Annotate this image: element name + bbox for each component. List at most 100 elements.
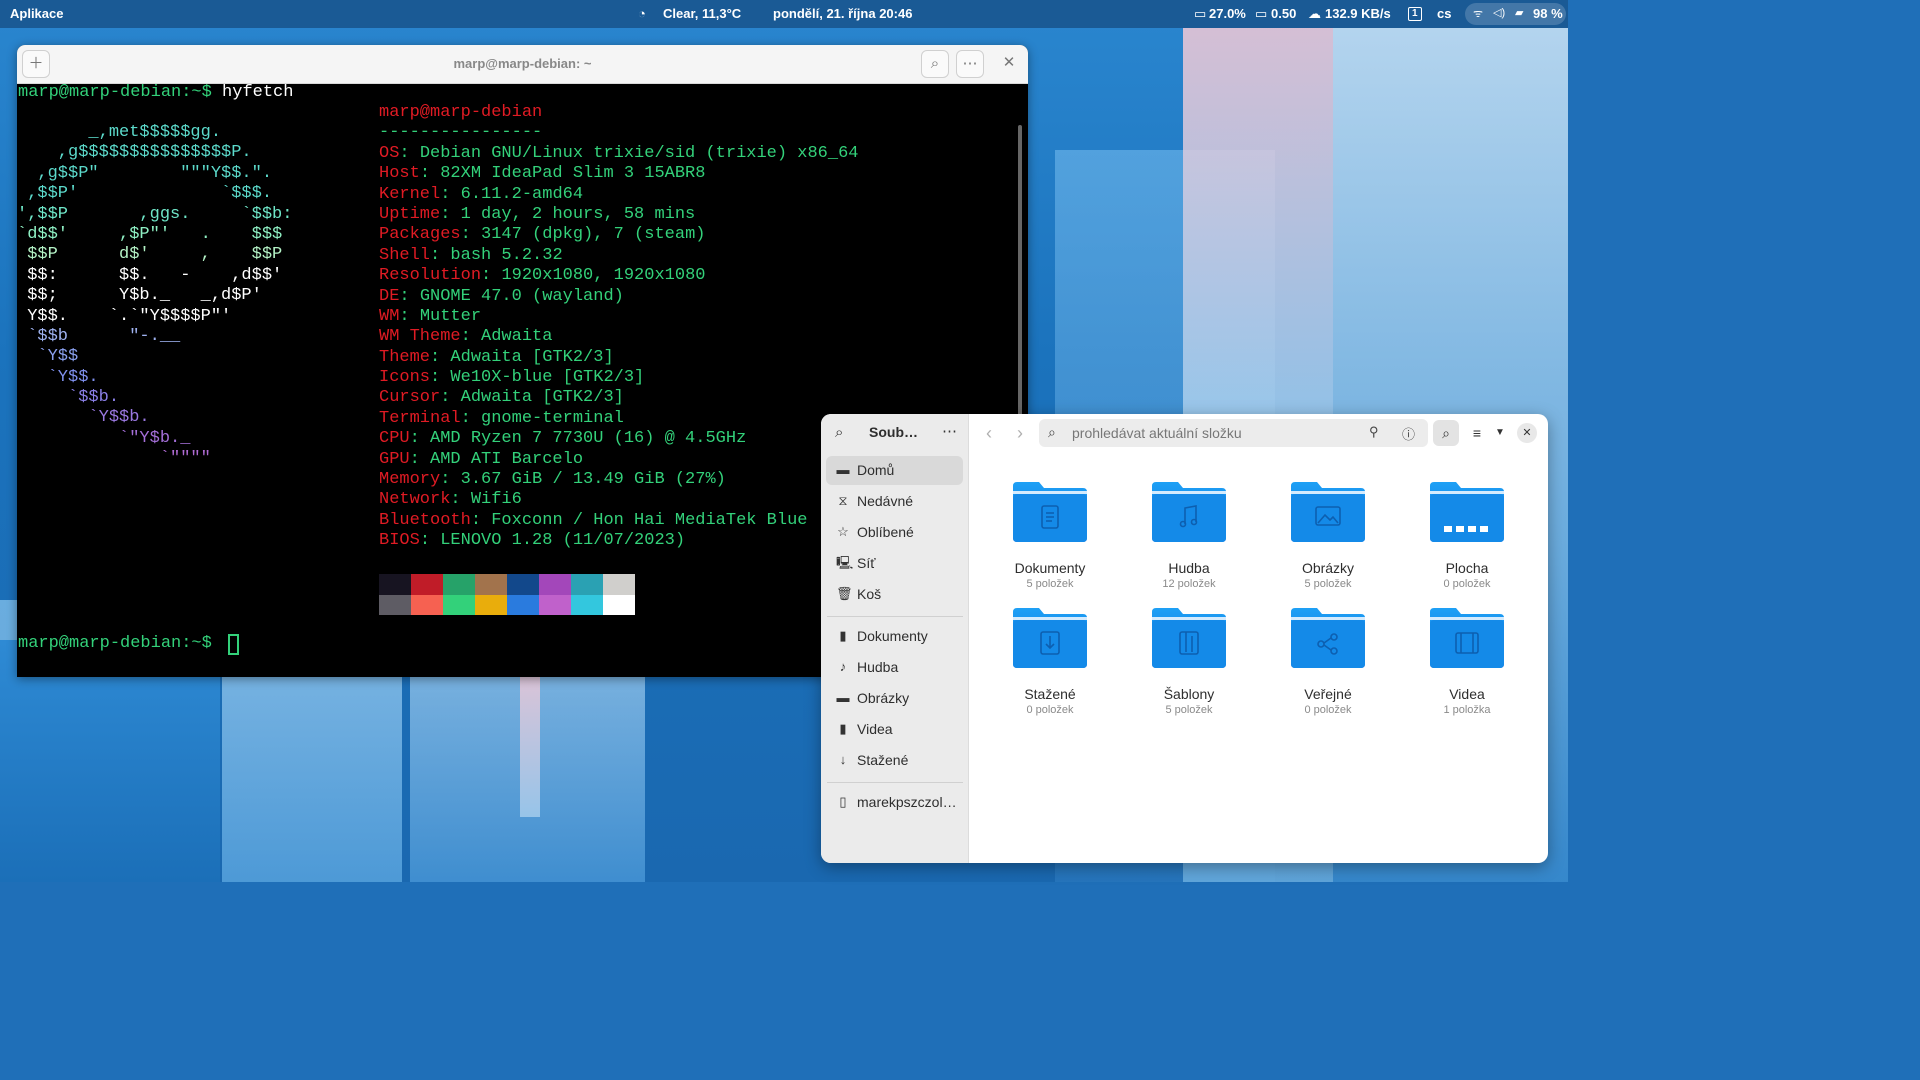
prompt-line: marp@marp-debian:~$ bbox=[18, 634, 222, 654]
sidebar-item-label: Nedávné bbox=[857, 493, 914, 509]
applications-menu[interactable]: Aplikace bbox=[10, 6, 63, 21]
color-swatch bbox=[539, 594, 571, 615]
sidebar-item[interactable]: 🗑 Koš bbox=[826, 580, 963, 609]
info-line: WM Theme: Adwaita bbox=[379, 327, 553, 347]
network-speed[interactable]: 132.9 KB/s bbox=[1325, 6, 1391, 21]
filter-icon[interactable]: ⚲ bbox=[1369, 424, 1379, 440]
info-key: Cursor bbox=[379, 388, 441, 408]
location-search-bar[interactable]: ⌕ prohledávat aktuální složku ⚲ ⓘ bbox=[1039, 419, 1428, 447]
info-value: 1 day, 2 hours, 58 mins bbox=[460, 204, 696, 224]
ascii-art-line: `"Y$b._ bbox=[17, 428, 191, 448]
info-key: Terminal bbox=[379, 408, 461, 428]
folder-item[interactable]: Stažené 0 položek bbox=[990, 608, 1110, 728]
terminal-search-button[interactable]: ⌕ bbox=[921, 50, 949, 78]
info-line: Uptime: 1 day, 2 hours, 58 mins bbox=[379, 204, 696, 224]
info-key: Kernel bbox=[379, 184, 441, 204]
color-swatch bbox=[411, 594, 443, 615]
sidebar-divider bbox=[827, 782, 963, 783]
info-value: LENOVO 1.28 (11/07/2023) bbox=[440, 531, 686, 551]
info-value: Adwaita [GTK2/3] bbox=[460, 388, 624, 408]
info-key: Theme bbox=[379, 347, 431, 367]
workspace-indicator[interactable]: 1 bbox=[1408, 7, 1422, 21]
sidebar-item[interactable]: ▬ Domů bbox=[826, 456, 963, 485]
info-line: Host: 82XM IdeaPad Slim 3 15ABR8 bbox=[379, 164, 706, 184]
info-line: GPU: AMD ATI Barcelo bbox=[379, 449, 584, 469]
search-toggle-button[interactable]: ⌕ bbox=[1433, 420, 1459, 446]
terminal-close-button[interactable]: ✕ bbox=[995, 50, 1023, 78]
info-line: Bluetooth: Foxconn / Hon Hai MediaTek Bl… bbox=[379, 510, 808, 530]
command-text: hyfetch bbox=[222, 83, 294, 102]
sidebar-item-label: Dokumenty bbox=[857, 628, 928, 644]
text-cursor bbox=[228, 634, 239, 655]
info-line: Resolution: 1920x1080, 1920x1080 bbox=[379, 266, 706, 286]
picture-folder-icon bbox=[1291, 482, 1365, 547]
color-swatch bbox=[475, 594, 507, 615]
info-key: DE bbox=[379, 286, 400, 306]
info-value: bash 5.2.32 bbox=[450, 245, 563, 265]
sidebar-item[interactable]: ↓ Stažené bbox=[826, 746, 963, 775]
info-value: 82XM IdeaPad Slim 3 15ABR8 bbox=[440, 164, 706, 184]
ascii-art-line: $$: $$. - ,d$$' bbox=[17, 265, 283, 285]
info-key: Bluetooth bbox=[379, 510, 471, 530]
folder-item[interactable]: Dokumenty 5 položek bbox=[990, 482, 1110, 602]
terminal-title: marp@marp-debian: ~ bbox=[453, 56, 592, 71]
info-line: Terminal: gnome-terminal bbox=[379, 408, 624, 428]
info-value: AMD Ryzen 7 7730U (16) @ 4.5GHz bbox=[430, 429, 747, 449]
back-button[interactable]: ‹ bbox=[977, 422, 1001, 446]
folder-item[interactable]: Veřejné 0 položek bbox=[1268, 608, 1388, 728]
battery-icon: ▰ bbox=[1515, 7, 1524, 19]
system-status-area[interactable]: ᯤ ◁) ▰ 98 % bbox=[1465, 3, 1566, 25]
sidebar-item[interactable]: ☆ Oblíbené bbox=[826, 518, 963, 547]
music-folder-icon bbox=[1152, 482, 1226, 547]
folder-item[interactable]: Šablony 5 položek bbox=[1129, 608, 1249, 728]
weather-label[interactable]: Clear, 11,3°C bbox=[663, 6, 741, 21]
sidebar-item-label: Koš bbox=[857, 586, 882, 602]
sidebar-menu-button[interactable]: ⋯ bbox=[942, 422, 957, 440]
folder-item-count: 5 položek bbox=[1165, 704, 1213, 716]
sidebar-item[interactable]: ▮ Videa bbox=[826, 715, 963, 744]
info-line: Packages: 3147 (dpkg), 7 (steam) bbox=[379, 225, 706, 245]
search-icon[interactable]: ⌕ bbox=[835, 424, 843, 441]
sidebar-title: Soub… bbox=[869, 424, 918, 440]
cpu-usage[interactable]: 27.0% bbox=[1209, 6, 1246, 21]
folder-item[interactable]: Hudba 12 položek bbox=[1129, 482, 1249, 602]
keyboard-layout[interactable]: cs bbox=[1437, 6, 1451, 21]
info-value: Adwaita [GTK2/3] bbox=[450, 347, 614, 367]
folder-item[interactable]: Plocha 0 položek bbox=[1407, 482, 1527, 602]
sidebar-item[interactable]: ⧖ Nedávné bbox=[826, 487, 963, 516]
info-key: CPU bbox=[379, 429, 410, 449]
color-swatch bbox=[475, 574, 507, 595]
info-line: OS: Debian GNU/Linux trixie/sid (trixie)… bbox=[379, 143, 859, 163]
folder-search-icon: ⌕ bbox=[1048, 424, 1056, 440]
terminal-menu-button[interactable]: ⋯ bbox=[956, 50, 984, 78]
info-key: WM bbox=[379, 306, 400, 326]
sidebar-item[interactable]: 🖳 Síť bbox=[826, 549, 963, 578]
view-options-dropdown[interactable]: ▼ bbox=[1487, 420, 1513, 446]
ascii-art-line: ',$$P ,ggs. `$$b: bbox=[17, 204, 293, 224]
info-key: BIOS bbox=[379, 531, 420, 551]
file-manager-window[interactable]: ⌕ Soub… ⋯ ▬ Domů ⧖ Nedávné ☆ Oblíbené 🖳 Síť 🗑 Koš… bbox=[821, 414, 1548, 863]
terminal-header-bar[interactable]: ＋ marp@marp-debian: ~ ⌕ ⋯ ✕ bbox=[17, 45, 1028, 84]
sidebar-item[interactable]: ▯ marekpszczol… bbox=[826, 788, 963, 817]
clock[interactable]: pondělí, 21. října 20:46 bbox=[773, 6, 912, 21]
music-icon: ♪ bbox=[839, 659, 847, 674]
sidebar-item[interactable]: ▬ Obrázky bbox=[826, 684, 963, 713]
folder-name: Stažené bbox=[1024, 686, 1076, 702]
color-swatch bbox=[411, 574, 443, 595]
battery-level: 98 % bbox=[1533, 6, 1563, 21]
sidebar-item[interactable]: ▮ Dokumenty bbox=[826, 622, 963, 651]
info-icon[interactable]: ⓘ bbox=[1402, 424, 1415, 443]
forward-button[interactable]: › bbox=[1008, 422, 1032, 446]
folder-item[interactable]: Videa 1 položka bbox=[1407, 608, 1527, 728]
info-key: Packages bbox=[379, 225, 461, 245]
folder-item[interactable]: Obrázky 5 položek bbox=[1268, 482, 1388, 602]
sidebar-item[interactable]: ♪ Hudba bbox=[826, 653, 963, 682]
color-swatch bbox=[571, 594, 603, 615]
doc-folder-icon bbox=[1013, 482, 1087, 547]
system-load[interactable]: 0.50 bbox=[1271, 6, 1296, 21]
color-palette bbox=[379, 574, 635, 615]
info-key: WM Theme bbox=[379, 327, 461, 347]
ascii-art-line: `Y$$ bbox=[17, 347, 79, 367]
ascii-art-line: _,met$$$$$gg. bbox=[17, 123, 222, 142]
file-manager-close-button[interactable]: ✕ bbox=[1517, 423, 1537, 443]
